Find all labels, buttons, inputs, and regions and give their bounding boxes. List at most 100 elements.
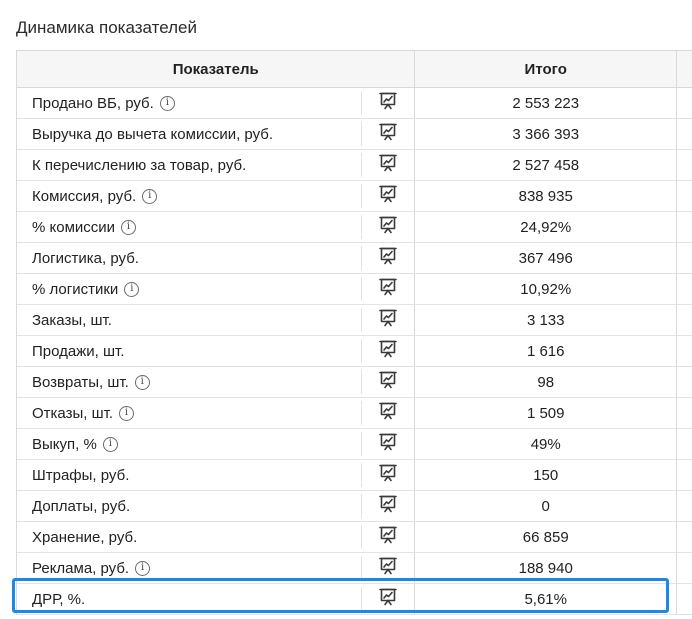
column-header-indicator[interactable]: Показатель <box>17 51 414 87</box>
table-row: Хранение, руб. 66 859 <box>17 522 692 553</box>
chart-button[interactable] <box>360 525 415 550</box>
row-label: Выкуп, % <box>32 435 97 453</box>
chart-presentation-icon[interactable] <box>378 122 398 147</box>
chart-presentation-icon[interactable] <box>378 556 398 581</box>
row-value: 66 859 <box>414 522 676 552</box>
info-icon[interactable]: i <box>102 436 118 452</box>
page: Динамика показателей Показатель Итого Пр… <box>0 0 692 619</box>
column-edge <box>676 274 692 304</box>
row-label-cell: Комиссия, руб. i <box>17 181 361 211</box>
chart-presentation-icon[interactable] <box>378 401 398 426</box>
chart-button[interactable] <box>360 463 415 488</box>
info-icon[interactable]: i <box>121 219 137 235</box>
chart-button[interactable] <box>360 91 415 116</box>
row-label: ДРР, %. <box>32 590 86 608</box>
row-value: 24,92% <box>414 212 676 242</box>
chart-button[interactable] <box>360 339 415 364</box>
section-title: Динамика показателей <box>16 18 197 37</box>
metrics-table: Показатель Итого Продано ВБ, руб. i 2 553 … <box>16 50 692 615</box>
chart-button[interactable] <box>360 308 415 333</box>
table-row: Доплаты, руб. 0 <box>17 491 692 522</box>
info-icon[interactable]: i <box>142 188 158 204</box>
info-icon[interactable]: i <box>159 95 175 111</box>
row-label: Реклама, руб. <box>32 559 130 577</box>
info-icon[interactable]: i <box>134 374 150 390</box>
chart-presentation-icon[interactable] <box>378 370 398 395</box>
info-icon[interactable]: i <box>124 281 140 297</box>
row-value: 1 616 <box>414 336 676 366</box>
table-row: Выручка до вычета комиссии, руб. 3 366 39… <box>17 119 692 150</box>
row-label: Продажи, шт. <box>32 342 125 360</box>
row-label: Штрафы, руб. <box>32 466 130 484</box>
chart-button[interactable] <box>360 277 415 302</box>
chart-button[interactable] <box>360 122 415 147</box>
row-value: 1 509 <box>414 398 676 428</box>
chart-presentation-icon[interactable] <box>378 184 398 209</box>
chart-button[interactable] <box>360 494 415 519</box>
chart-button[interactable] <box>360 556 415 581</box>
info-icon[interactable]: i <box>135 560 151 576</box>
row-label: % логистики <box>32 280 119 298</box>
chart-button[interactable] <box>360 184 415 209</box>
chart-button[interactable] <box>360 215 415 240</box>
chart-presentation-icon[interactable] <box>378 339 398 364</box>
row-label-cell: Доплаты, руб. <box>17 491 361 521</box>
row-label: Заказы, шт. <box>32 311 112 329</box>
chart-button[interactable] <box>360 432 415 457</box>
row-label: Логистика, руб. <box>32 249 139 267</box>
row-label-cell: % комиссии i <box>17 212 361 242</box>
row-label-cell: Отказы, шт. i <box>17 398 361 428</box>
row-label-cell: К перечислению за товар, руб. <box>17 150 361 180</box>
column-edge <box>676 305 692 335</box>
chart-button[interactable] <box>360 153 415 178</box>
chart-presentation-icon[interactable] <box>378 277 398 302</box>
chart-presentation-icon[interactable] <box>378 91 398 116</box>
column-edge <box>676 398 692 428</box>
table-row: Отказы, шт. i 1 509 <box>17 398 692 429</box>
row-value: 49% <box>414 429 676 459</box>
column-edge <box>676 522 692 552</box>
row-value: 838 935 <box>414 181 676 211</box>
info-icon[interactable]: i <box>119 405 135 421</box>
column-edge <box>676 460 692 490</box>
column-edge <box>676 243 692 273</box>
table-row: Возвраты, шт. i 98 <box>17 367 692 398</box>
row-value: 150 <box>414 460 676 490</box>
row-value: 2 553 223 <box>414 88 676 118</box>
chart-presentation-icon[interactable] <box>378 525 398 550</box>
table-row: Комиссия, руб. i 838 935 <box>17 181 692 212</box>
chart-button[interactable] <box>360 401 415 426</box>
chart-presentation-icon[interactable] <box>378 432 398 457</box>
row-label-cell: Выкуп, % i <box>17 429 361 459</box>
row-label-cell: Хранение, руб. <box>17 522 361 552</box>
row-value: 5,61% <box>414 584 676 614</box>
column-header-total[interactable]: Итого <box>414 51 676 87</box>
chart-presentation-icon[interactable] <box>378 153 398 178</box>
column-edge <box>676 212 692 242</box>
row-value: 188 940 <box>414 553 676 583</box>
row-label: Доплаты, руб. <box>32 497 131 515</box>
chart-presentation-icon[interactable] <box>378 308 398 333</box>
chart-presentation-icon[interactable] <box>378 215 398 240</box>
row-value: 3 366 393 <box>414 119 676 149</box>
chart-presentation-icon[interactable] <box>378 246 398 271</box>
row-label: % комиссии <box>32 218 116 236</box>
column-edge <box>676 367 692 397</box>
chart-presentation-icon[interactable] <box>378 494 398 519</box>
row-value: 10,92% <box>414 274 676 304</box>
row-label-cell: Логистика, руб. <box>17 243 361 273</box>
table-row: Заказы, шт. 3 133 <box>17 305 692 336</box>
chart-presentation-icon[interactable] <box>378 587 398 612</box>
column-edge <box>676 491 692 521</box>
row-value: 2 527 458 <box>414 150 676 180</box>
table-row: % комиссии i 24,92% <box>17 212 692 243</box>
column-edge <box>676 553 692 583</box>
row-label: Отказы, шт. <box>32 404 114 422</box>
chart-presentation-icon[interactable] <box>378 463 398 488</box>
row-label: Выручка до вычета комиссии, руб. <box>32 125 274 143</box>
chart-button[interactable] <box>360 587 415 612</box>
row-value: 3 133 <box>414 305 676 335</box>
table-row: Выкуп, % i 49% <box>17 429 692 460</box>
chart-button[interactable] <box>360 246 415 271</box>
chart-button[interactable] <box>360 370 415 395</box>
